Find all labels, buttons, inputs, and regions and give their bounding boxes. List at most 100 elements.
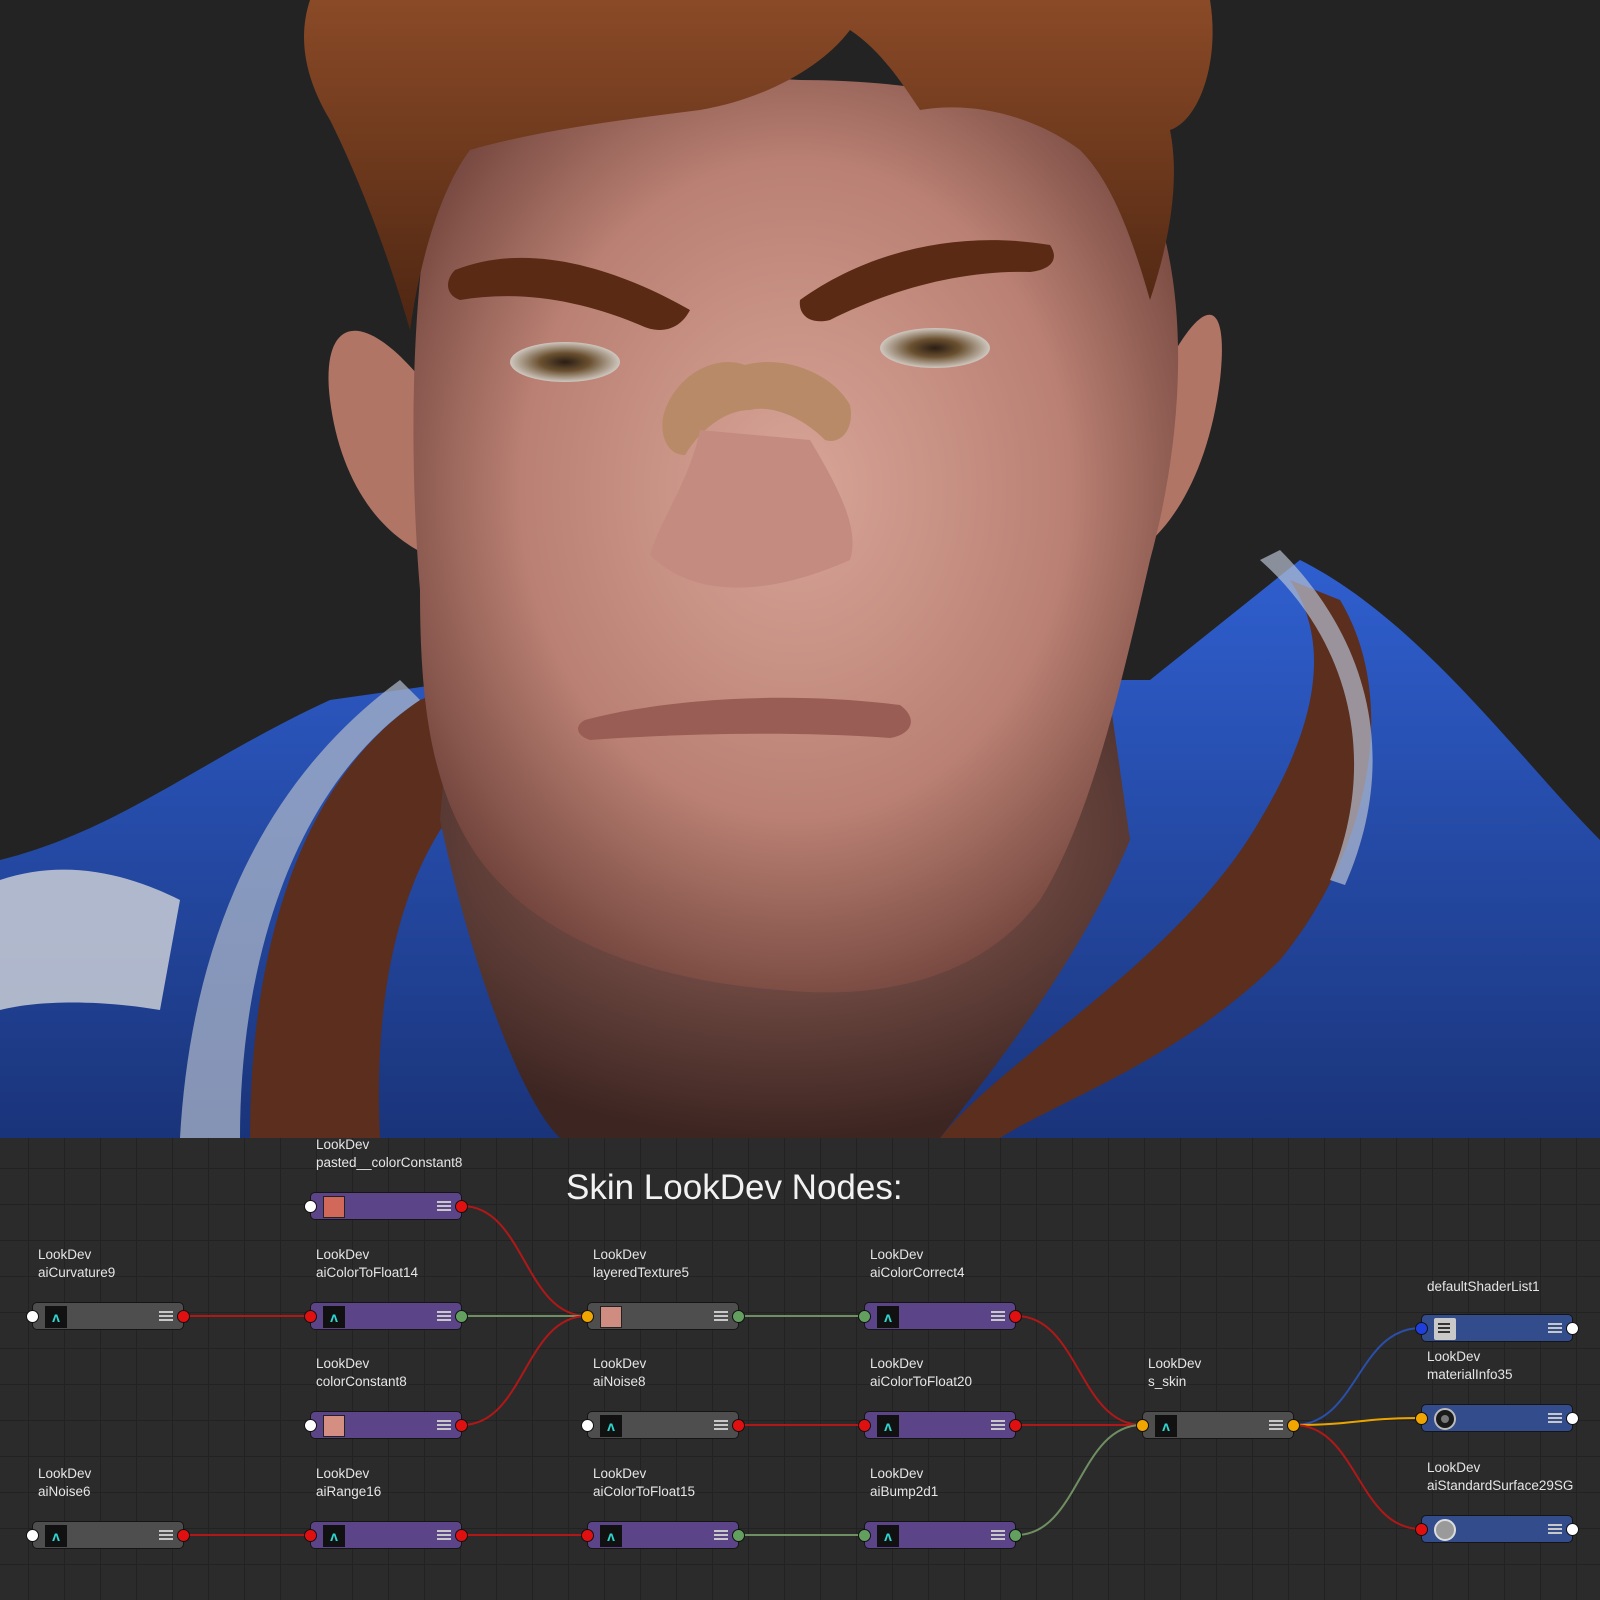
input-port[interactable] [304,1419,317,1432]
input-port[interactable] [581,1419,594,1432]
input-port[interactable] [304,1200,317,1213]
node-label: LookDev s_skin [1148,1355,1201,1391]
output-port[interactable] [1009,1529,1022,1542]
list-icon [1434,1318,1456,1340]
node-body[interactable]: ʌ [304,1521,468,1549]
node-name: aiNoise6 [38,1484,91,1499]
node-attributes-icon[interactable] [991,1420,1005,1422]
output-port[interactable] [732,1310,745,1323]
node-attributes-icon[interactable] [437,1530,451,1532]
input-port[interactable] [1415,1523,1428,1536]
wire-s_skin-to-aiStandardSurface29SG [1293,1424,1422,1530]
node-group-label: LookDev [316,1138,370,1152]
node-body[interactable]: ʌ [581,1521,745,1549]
output-port[interactable] [1287,1419,1300,1432]
node-body[interactable] [304,1192,468,1220]
node-editor[interactable]: Skin LookDev Nodes: LookDev pasted__color… [0,1138,1600,1600]
input-port[interactable] [304,1529,317,1542]
output-port[interactable] [1566,1412,1579,1425]
node-body[interactable] [1415,1515,1579,1543]
node-label: defaultShaderList1 [1427,1278,1540,1296]
input-port[interactable] [858,1529,871,1542]
output-port[interactable] [1566,1322,1579,1335]
node-body[interactable]: ʌ [581,1411,745,1439]
node-name: aiNoise8 [593,1374,646,1389]
arnold-icon: ʌ [1155,1415,1177,1437]
node-attributes-icon[interactable] [437,1311,451,1313]
input-port[interactable] [1415,1412,1428,1425]
node-name: aiRange16 [316,1484,382,1499]
input-port[interactable] [1136,1419,1149,1432]
input-port[interactable] [1415,1322,1428,1335]
node-body[interactable] [304,1411,468,1439]
node-body[interactable]: ʌ [858,1302,1022,1330]
character-render [0,0,1600,1138]
output-port[interactable] [455,1200,468,1213]
node-attributes-icon[interactable] [1548,1323,1562,1325]
output-port[interactable] [1009,1310,1022,1323]
arnold-icon: ʌ [877,1415,899,1437]
output-port[interactable] [732,1419,745,1432]
output-port[interactable] [177,1529,190,1542]
node-body[interactable]: ʌ [26,1521,190,1549]
node-label: LookDev aiBump2d1 [870,1465,938,1501]
node-body[interactable]: ʌ [1136,1411,1300,1439]
node-attributes-icon[interactable] [991,1311,1005,1313]
wire-aiColorCorrect4-to-s_skin [1015,1315,1143,1426]
node-attributes-icon[interactable] [991,1530,1005,1532]
node-group-label: LookDev [870,1466,924,1481]
node-name: s_skin [1148,1374,1187,1389]
output-port[interactable] [177,1310,190,1323]
input-port[interactable] [26,1310,39,1323]
node-group-label: LookDev [593,1466,647,1481]
node-body[interactable] [1415,1404,1579,1432]
input-port[interactable] [581,1529,594,1542]
node-body[interactable] [581,1302,745,1330]
node-attributes-icon[interactable] [437,1201,451,1203]
node-group-label: LookDev [316,1356,370,1371]
input-port[interactable] [858,1419,871,1432]
node-attributes-icon[interactable] [714,1420,728,1422]
node-body[interactable]: ʌ [858,1411,1022,1439]
output-port[interactable] [732,1529,745,1542]
arnold-icon: ʌ [877,1525,899,1547]
arnold-icon: ʌ [600,1525,622,1547]
node-attributes-icon[interactable] [1548,1413,1562,1415]
node-name: aiColorCorrect4 [870,1265,965,1280]
arnold-icon: ʌ [45,1306,67,1328]
input-port[interactable] [304,1310,317,1323]
node-label: LookDev aiNoise8 [593,1355,646,1391]
output-port[interactable] [1009,1419,1022,1432]
material-icon [1434,1408,1456,1430]
node-group-label: LookDev [38,1466,92,1481]
node-group-label: LookDev [870,1356,924,1371]
wire-s_skin-to-defaultShaderList1 [1293,1327,1422,1426]
node-attributes-icon[interactable] [437,1420,451,1422]
graph-title: Skin LookDev Nodes: [566,1168,903,1207]
output-port[interactable] [455,1529,468,1542]
node-attributes-icon[interactable] [159,1311,173,1313]
arnold-icon: ʌ [323,1525,345,1547]
node-label: LookDev layeredTexture5 [593,1246,689,1282]
node-body[interactable]: ʌ [304,1302,468,1330]
node-label: LookDev materialInfo35 [1427,1348,1513,1384]
node-attributes-icon[interactable] [714,1530,728,1532]
node-body[interactable]: ʌ [858,1521,1022,1549]
node-attributes-icon[interactable] [1548,1524,1562,1526]
node-attributes-icon[interactable] [714,1311,728,1313]
output-port[interactable] [455,1419,468,1432]
input-port[interactable] [858,1310,871,1323]
node-attributes-icon[interactable] [159,1530,173,1532]
node-name: aiColorToFloat20 [870,1374,973,1389]
output-port[interactable] [455,1310,468,1323]
output-port[interactable] [1566,1523,1579,1536]
node-attributes-icon[interactable] [1269,1420,1283,1422]
node-label: LookDev pasted__colorConstant8 [316,1138,462,1172]
node-body[interactable] [1415,1314,1579,1342]
arnold-icon: ʌ [45,1525,67,1547]
node-body[interactable]: ʌ [26,1302,190,1330]
input-port[interactable] [581,1310,594,1323]
swatch-icon [600,1306,622,1328]
node-group-label: LookDev [1427,1349,1481,1364]
input-port[interactable] [26,1529,39,1542]
